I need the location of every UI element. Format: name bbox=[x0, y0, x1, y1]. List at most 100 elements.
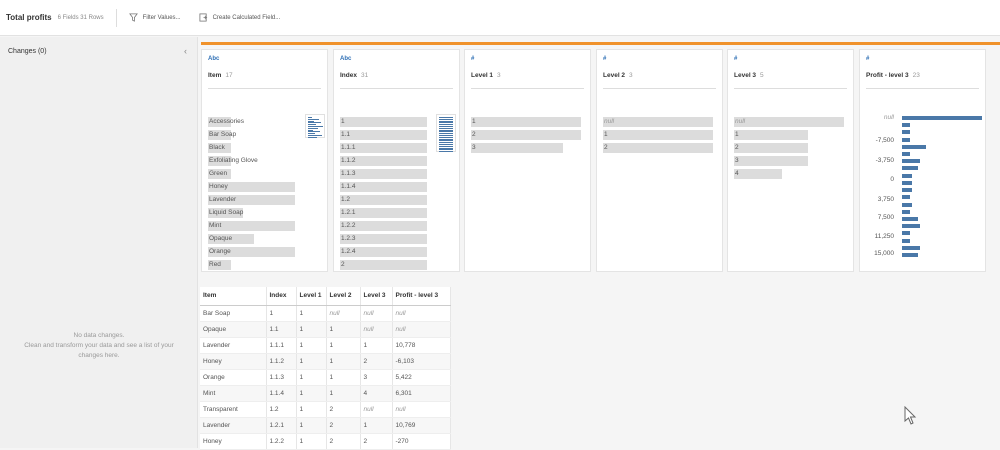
value-bar[interactable]: 1 bbox=[340, 116, 432, 127]
histogram-bar[interactable] bbox=[902, 145, 926, 149]
table-cell[interactable]: Lavender bbox=[200, 417, 267, 434]
column-header-item[interactable]: Item bbox=[200, 287, 267, 306]
table-cell[interactable]: 1.2.2 bbox=[266, 433, 297, 450]
table-cell[interactable]: 1.1.1 bbox=[266, 337, 297, 354]
value-bar[interactable]: 1.2.1 bbox=[340, 207, 432, 218]
value-bar[interactable]: 2 bbox=[734, 142, 849, 153]
value-bar[interactable]: null bbox=[603, 116, 718, 127]
table-cell[interactable]: Transparent bbox=[200, 401, 267, 418]
histogram-bar[interactable] bbox=[902, 130, 910, 134]
value-bar[interactable]: 1.1.3 bbox=[340, 168, 432, 179]
value-bar[interactable]: 1 bbox=[734, 129, 849, 140]
table-cell[interactable]: 1 bbox=[326, 321, 361, 338]
table-cell[interactable]: 1.1 bbox=[266, 321, 297, 338]
value-bar[interactable]: Honey bbox=[208, 181, 300, 192]
value-bar[interactable]: Opaque bbox=[208, 233, 300, 244]
table-cell[interactable]: Opaque bbox=[200, 321, 267, 338]
table-cell[interactable]: 1 bbox=[360, 417, 393, 434]
profile-card-profit-level-3[interactable]: # Profit - level 3 23 null -7,500 -3,750 0 3,75… bbox=[859, 49, 986, 272]
value-bar[interactable]: 4 bbox=[734, 168, 849, 179]
histogram-bar[interactable] bbox=[902, 166, 918, 170]
table-cell[interactable]: 5,422 bbox=[392, 369, 451, 386]
histogram-bar[interactable] bbox=[902, 138, 910, 142]
value-bar[interactable]: 1 bbox=[603, 129, 718, 140]
histogram-bar[interactable] bbox=[902, 239, 910, 243]
column-header-level-3[interactable]: Level 3 bbox=[360, 287, 393, 306]
histogram-bar[interactable] bbox=[902, 174, 912, 178]
table-cell[interactable]: 6,301 bbox=[392, 385, 451, 402]
table-cell[interactable]: 2 bbox=[326, 417, 361, 434]
table-cell[interactable]: 10,778 bbox=[392, 337, 451, 354]
table-cell[interactable]: 1 bbox=[326, 337, 361, 354]
value-bar[interactable]: Green bbox=[208, 168, 300, 179]
histogram-bar[interactable] bbox=[902, 181, 912, 185]
value-bar[interactable]: 3 bbox=[734, 155, 849, 166]
histogram-bar[interactable] bbox=[902, 210, 910, 214]
table-cell[interactable]: 10,769 bbox=[392, 417, 451, 434]
table-cell[interactable]: 2 bbox=[326, 433, 361, 450]
table-cell[interactable]: 3 bbox=[360, 369, 393, 386]
table-cell[interactable]: 1 bbox=[326, 353, 361, 370]
table-cell[interactable]: 1 bbox=[296, 321, 327, 338]
value-bar[interactable]: Exfoliating Glove bbox=[208, 155, 300, 166]
histogram-bar[interactable] bbox=[902, 195, 910, 199]
table-cell[interactable]: 1 bbox=[296, 337, 327, 354]
value-bar[interactable]: Bar Soap bbox=[208, 129, 300, 140]
profile-card-level-1[interactable]: # Level 13123 bbox=[464, 49, 591, 272]
histogram-bar[interactable] bbox=[902, 159, 920, 163]
table-cell[interactable]: 1.2.1 bbox=[266, 417, 297, 434]
table-cell[interactable]: 4 bbox=[360, 385, 393, 402]
table-cell[interactable]: null bbox=[326, 305, 361, 322]
table-cell[interactable]: Honey bbox=[200, 353, 267, 370]
table-cell[interactable]: 1 bbox=[360, 337, 393, 354]
histogram-bar[interactable] bbox=[902, 152, 910, 156]
value-bar[interactable]: 1.2.3 bbox=[340, 233, 432, 244]
table-cell[interactable]: 1 bbox=[326, 369, 361, 386]
value-bar[interactable]: 1.2.2 bbox=[340, 220, 432, 231]
histogram-bar[interactable] bbox=[902, 123, 910, 127]
table-cell[interactable]: 1.1.2 bbox=[266, 353, 297, 370]
value-bar[interactable]: 1.1 bbox=[340, 129, 432, 140]
histogram-bar[interactable] bbox=[902, 217, 918, 221]
table-cell[interactable]: 1 bbox=[296, 401, 327, 418]
table-cell[interactable]: null bbox=[360, 321, 393, 338]
table-cell[interactable]: 1.2 bbox=[266, 401, 297, 418]
table-cell[interactable]: Mint bbox=[200, 385, 267, 402]
filter-values-button[interactable]: Filter Values... bbox=[128, 13, 181, 22]
value-bar[interactable]: 2 bbox=[603, 142, 718, 153]
column-header-level-1[interactable]: Level 1 bbox=[296, 287, 327, 306]
table-cell[interactable]: 1 bbox=[296, 369, 327, 386]
table-cell[interactable]: -270 bbox=[392, 433, 451, 450]
histogram-bar[interactable] bbox=[902, 253, 918, 257]
table-cell[interactable]: Bar Soap bbox=[200, 305, 267, 322]
value-bar[interactable]: Orange bbox=[208, 246, 300, 257]
table-cell[interactable]: null bbox=[360, 401, 393, 418]
profile-card-level-2[interactable]: # Level 2 3 null 1 2 bbox=[596, 49, 723, 272]
table-cell[interactable]: Honey bbox=[200, 433, 267, 450]
table-cell[interactable]: 1 bbox=[296, 417, 327, 434]
value-bar[interactable]: Red bbox=[208, 259, 300, 270]
table-cell[interactable]: -6,103 bbox=[392, 353, 451, 370]
table-cell[interactable]: 1 bbox=[296, 353, 327, 370]
value-bar[interactable]: 1.1.2 bbox=[340, 155, 432, 166]
histogram-bar[interactable] bbox=[902, 231, 910, 235]
value-bar[interactable]: 3 bbox=[471, 142, 586, 153]
table-cell[interactable]: 1 bbox=[326, 385, 361, 402]
table-cell[interactable]: Orange bbox=[200, 369, 267, 386]
value-scroll-minimap[interactable] bbox=[305, 114, 325, 138]
column-header-level-2[interactable]: Level 2 bbox=[326, 287, 361, 306]
profile-card-level-3[interactable]: # Level 3 5 null 1 2 3 4 bbox=[727, 49, 854, 272]
table-cell[interactable]: 1 bbox=[296, 385, 327, 402]
collapse-chevron-icon[interactable]: ‹ bbox=[184, 46, 187, 56]
table-cell[interactable]: 2 bbox=[326, 401, 361, 418]
table-cell[interactable]: null bbox=[392, 401, 451, 418]
table-cell[interactable]: Lavender bbox=[200, 337, 267, 354]
value-bar[interactable]: 1 bbox=[471, 116, 586, 127]
profile-card-index[interactable]: Abc Index 31 1 1.1 1.1.1 1.1.2 1.1.3 1.1.4 1.2 1.2… bbox=[333, 49, 460, 272]
table-cell[interactable]: 1 bbox=[296, 305, 327, 322]
histogram-bar[interactable] bbox=[902, 188, 912, 192]
value-bar[interactable]: Accessories bbox=[208, 116, 300, 127]
table-cell[interactable]: 1.1.3 bbox=[266, 369, 297, 386]
histogram-bar[interactable] bbox=[902, 224, 920, 228]
value-bar[interactable]: Lavender bbox=[208, 194, 300, 205]
